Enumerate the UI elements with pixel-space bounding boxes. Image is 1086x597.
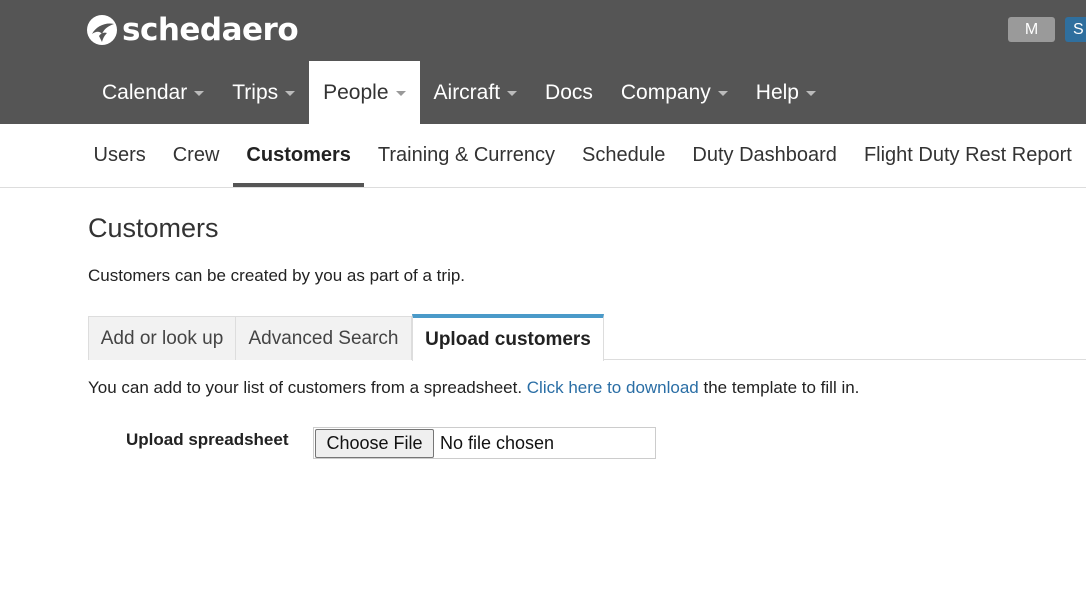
main-nav-company[interactable]: Company <box>607 61 742 124</box>
account-button[interactable]: S <box>1065 17 1086 42</box>
main-nav-label: People <box>323 80 389 104</box>
sub-nav-training-currency[interactable]: Training & Currency <box>364 124 568 187</box>
caret-down-icon <box>507 91 518 96</box>
upload-spreadsheet-label: Upload spreadsheet <box>126 430 289 449</box>
main-nav-label: Company <box>620 80 711 104</box>
page-title: Customers <box>88 213 219 243</box>
sub-nav: Users Crew Customers Training & Currency… <box>0 124 1086 188</box>
main-nav-help[interactable]: Help <box>742 61 830 124</box>
brand-name: schedaero <box>122 12 299 48</box>
choose-file-button[interactable]: Choose File <box>315 429 434 458</box>
sub-nav-crew[interactable]: Crew <box>159 124 233 187</box>
tab-upload-customers[interactable]: Upload customers <box>412 314 604 361</box>
main-nav-label: Aircraft <box>433 80 501 104</box>
caret-down-icon <box>395 91 406 96</box>
main-nav-label: Docs <box>545 80 593 104</box>
tab-add-or-look-up[interactable]: Add or look up <box>88 316 236 360</box>
page-intro: Customers can be created by you as part … <box>88 266 466 285</box>
main-nav: Calendar Trips People Aircraft Docs Comp… <box>88 61 830 124</box>
help-prefix: You can add to your list of customers fr… <box>88 378 527 397</box>
caret-down-icon <box>285 91 296 96</box>
sub-nav-flight-duty-rest-report[interactable]: Flight Duty Rest Report <box>850 124 1085 187</box>
caret-down-icon <box>805 91 816 96</box>
help-suffix: the template to fill in. <box>698 378 860 397</box>
customer-tabs: Add or look up Advanced Search Upload cu… <box>88 314 1086 361</box>
sub-nav-customers[interactable]: Customers <box>232 124 365 187</box>
tab-advanced-search[interactable]: Advanced Search <box>235 316 412 360</box>
main-nav-calendar[interactable]: Calendar <box>88 61 218 124</box>
upload-help-text: You can add to your list of customers fr… <box>88 378 859 398</box>
caret-down-icon <box>194 91 205 96</box>
file-input[interactable]: Choose File No file chosen <box>313 427 656 459</box>
main-nav-trips[interactable]: Trips <box>218 61 309 124</box>
main-nav-label: Help <box>755 80 799 104</box>
main-nav-aircraft[interactable]: Aircraft <box>420 61 532 124</box>
schedaero-logo-icon <box>87 15 117 45</box>
sub-nav-users[interactable]: Users <box>80 124 159 187</box>
main-nav-people[interactable]: People <box>309 61 420 124</box>
main-nav-docs[interactable]: Docs <box>531 61 607 124</box>
main-nav-label: Calendar <box>102 80 188 104</box>
download-template-link[interactable]: Click here to download <box>527 378 699 397</box>
sub-nav-duty-dashboard[interactable]: Duty Dashboard <box>679 124 851 187</box>
caret-down-icon <box>717 91 728 96</box>
sub-nav-schedule[interactable]: Schedule <box>569 124 679 187</box>
file-status-text: No file chosen <box>440 433 555 453</box>
brand-logo[interactable]: schedaero <box>86 12 299 48</box>
user-menu-button[interactable]: M <box>1008 17 1055 42</box>
main-nav-label: Trips <box>232 80 279 104</box>
top-header: schedaero M S Calendar Trips People Airc… <box>0 0 1086 124</box>
